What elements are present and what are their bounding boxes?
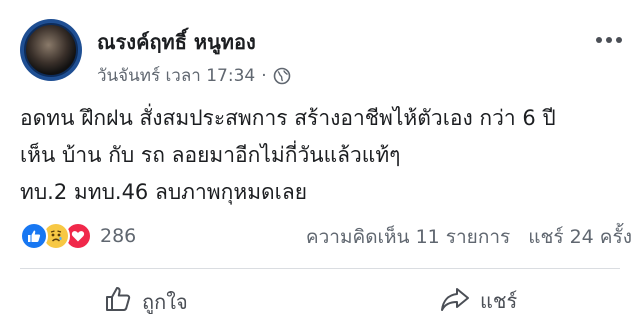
share-label: แชร์	[480, 289, 518, 313]
like-button[interactable]: ถูกใจ	[104, 285, 188, 318]
reaction-count: 286	[100, 225, 137, 247]
dot	[616, 37, 622, 43]
like-label: ถูกใจ	[142, 289, 188, 314]
dot	[596, 37, 602, 43]
shares-count-link[interactable]: แชร์ 24 ครั้ง	[528, 222, 632, 252]
more-options-icon[interactable]	[592, 30, 626, 50]
timestamp[interactable]: วันจันทร์ เวลา 17:34	[97, 62, 255, 89]
post-stats: ความคิดเห็น 11 รายการ แชร์ 24 ครั้ง	[306, 222, 632, 252]
post-text-line: ทบ.2 มทบ.46 ลบภาพกุหมดเลย	[20, 180, 308, 204]
post-text-line: อดทน ฝึกฝน สั่งสมประสพการ สร้างอาชีพไห้ต…	[20, 106, 556, 130]
share-arrow-icon	[440, 286, 470, 317]
meta-separator: ·	[261, 65, 267, 86]
post-text: อดทน ฝึกฝน สั่งสมประสพการ สร้างอาชีพไห้ต…	[20, 100, 630, 211]
comments-count-link[interactable]: ความคิดเห็น 11 รายการ	[306, 222, 510, 252]
post-text-line: เห็น บ้าน กับ รถ ลอยมาอีกไม่กี่วันแล้วแท…	[20, 143, 401, 167]
share-button[interactable]: แชร์	[440, 285, 517, 317]
reactions-summary[interactable]: 286	[20, 222, 136, 250]
author-name[interactable]: ณรงค์ฤทธิ์ หนูทอง	[97, 26, 256, 58]
divider	[20, 268, 620, 269]
dot	[606, 37, 612, 43]
avatar-photo	[24, 23, 78, 77]
thumbs-up-icon	[104, 285, 132, 318]
like-icon	[20, 222, 48, 250]
globe-icon[interactable]	[273, 67, 291, 85]
post-meta: วันจันทร์ เวลา 17:34 ·	[97, 62, 291, 89]
avatar[interactable]	[20, 19, 82, 81]
